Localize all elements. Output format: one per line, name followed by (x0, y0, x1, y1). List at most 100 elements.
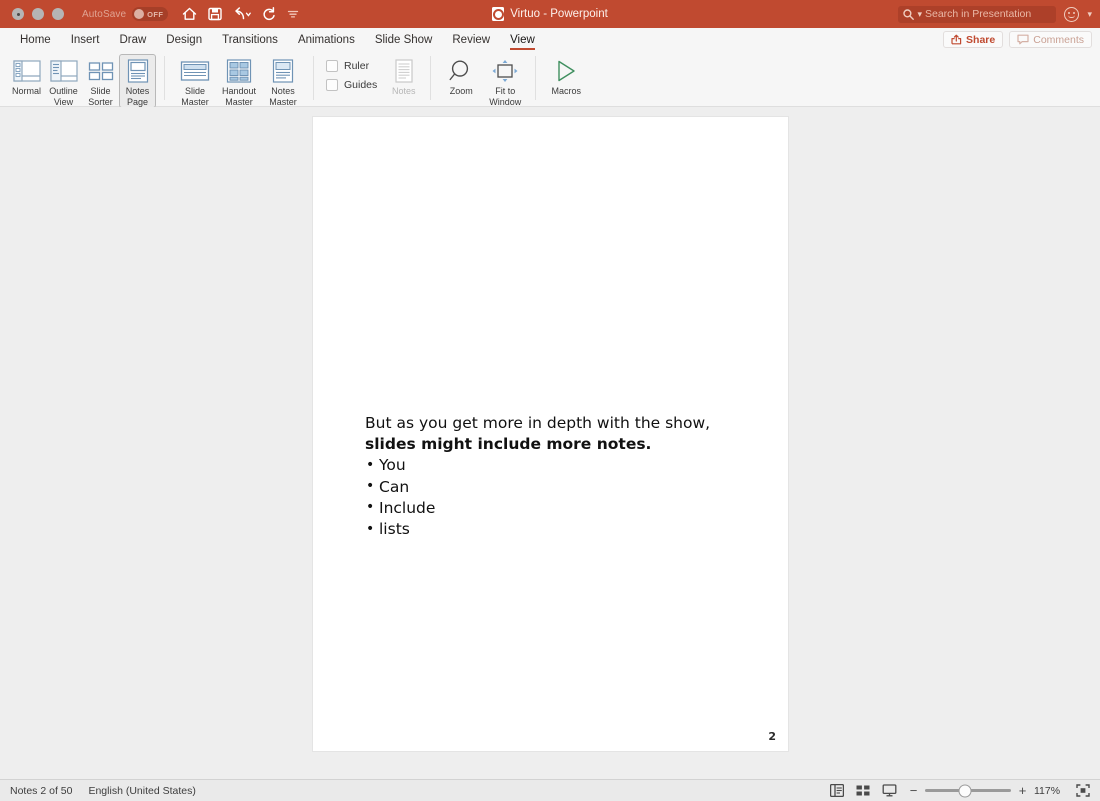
share-button[interactable]: Share (943, 31, 1003, 48)
tab-insert[interactable]: Insert (61, 28, 110, 51)
normal-view-button[interactable]: Normal (8, 54, 45, 98)
fit-to-window-button[interactable]: Fit to Window (483, 54, 527, 108)
customize-toolbar-icon[interactable] (287, 8, 299, 20)
autosave-toggle[interactable]: OFF (132, 7, 168, 21)
autosave-label: AutoSave (82, 9, 126, 20)
handout-master-label: Handout Master (222, 86, 256, 107)
minimize-window-button[interactable] (32, 8, 44, 20)
ribbon-toolbar: Normal Outline View Slide Sorter Notes P… (0, 51, 1100, 107)
handout-master-icon (226, 58, 252, 84)
ribbon-tab-bar: Home Insert Draw Design Transitions Anim… (0, 28, 1100, 51)
close-window-button[interactable] (12, 8, 24, 20)
notes-page-sheet[interactable]: But as you get more in depth with the sh… (313, 117, 788, 751)
notes-page-canvas[interactable]: But as you get more in depth with the sh… (0, 107, 1100, 779)
language-status[interactable]: English (United States) (88, 785, 195, 797)
tab-transitions[interactable]: Transitions (212, 28, 288, 51)
notes-pane-icon (393, 58, 415, 84)
notes-master-button[interactable]: Notes Master (261, 54, 305, 108)
comment-bubble-icon (1017, 34, 1029, 45)
tab-draw[interactable]: Draw (109, 28, 156, 51)
zoom-button[interactable]: Zoom (439, 54, 483, 98)
redo-icon[interactable] (262, 7, 276, 21)
zoom-magnifier-icon (448, 58, 474, 84)
slide-sorter-icon (88, 58, 114, 84)
slide-master-label: Slide Master (181, 86, 209, 107)
notes-paragraph-bold: slides might include more notes. (365, 435, 651, 453)
ribbon-separator (313, 56, 314, 100)
maximize-window-button[interactable] (52, 8, 64, 20)
notes-position-status[interactable]: Notes 2 of 50 (10, 785, 72, 797)
page-number: 2 (768, 730, 776, 743)
macros-button[interactable]: Macros (544, 54, 588, 98)
zoom-group: Zoom Fit to Window (439, 54, 527, 104)
ruler-label: Ruler (344, 60, 369, 72)
zoom-out-button[interactable]: − (909, 784, 918, 797)
undo-icon[interactable] (233, 7, 251, 21)
show-checkboxes: Ruler Guides (322, 54, 377, 91)
comments-button[interactable]: Comments (1009, 31, 1092, 48)
window-controls (8, 8, 64, 20)
search-icon (903, 9, 914, 20)
normal-view-button[interactable] (830, 784, 844, 797)
zoom-in-button[interactable]: + (1018, 784, 1027, 797)
autosave-state-label: OFF (147, 10, 163, 19)
notes-page-button[interactable]: Notes Page (119, 54, 156, 108)
ribbon-separator (164, 56, 165, 100)
normal-view-label: Normal (12, 86, 41, 97)
tab-review[interactable]: Review (442, 28, 500, 51)
tab-animations[interactable]: Animations (288, 28, 365, 51)
notes-paragraph-normal: But as you get more in depth with the sh… (365, 414, 710, 432)
list-item: Can (365, 477, 737, 498)
notes-bullet-list: You Can Include lists (365, 455, 737, 540)
guides-checkbox[interactable] (326, 79, 338, 91)
outline-view-button[interactable]: Outline View (45, 54, 82, 108)
tab-view[interactable]: View (500, 28, 545, 51)
home-icon[interactable] (182, 7, 197, 21)
zoom-slider-track[interactable] (925, 789, 1011, 792)
list-item: You (365, 455, 737, 476)
macros-label: Macros (552, 86, 582, 97)
ruler-checkbox-row[interactable]: Ruler (326, 60, 377, 72)
notes-text-body[interactable]: But as you get more in depth with the sh… (365, 413, 737, 540)
outline-view-label: Outline View (49, 86, 78, 107)
handout-master-button[interactable]: Handout Master (217, 54, 261, 108)
save-icon[interactable] (208, 7, 222, 21)
tab-home[interactable]: Home (10, 28, 61, 51)
quick-access-toolbar (182, 7, 299, 21)
list-item: lists (365, 519, 737, 540)
status-bar: Notes 2 of 50 English (United States) − … (0, 779, 1100, 801)
reading-view-button[interactable] (882, 784, 897, 797)
zoom-slider-handle[interactable] (960, 785, 971, 796)
notes-pane-button: Notes (385, 54, 422, 98)
ribbon-options-chevron-down-icon[interactable]: ▾ (1087, 10, 1092, 19)
notes-master-label: Notes Master (269, 86, 297, 107)
search-area: ▾ Search in Presentation ▾ (898, 6, 1092, 23)
search-input[interactable]: ▾ Search in Presentation (898, 6, 1056, 23)
tab-slide-show[interactable]: Slide Show (365, 28, 443, 51)
outline-view-icon (50, 58, 78, 84)
tab-design[interactable]: Design (156, 28, 212, 51)
feedback-smiley-icon[interactable] (1064, 7, 1079, 22)
search-scope-chevron-down-icon[interactable]: ▾ (917, 10, 922, 19)
zoom-slider-control[interactable]: − + 117% (909, 784, 1064, 797)
normal-view-icon (13, 58, 41, 84)
powerpoint-window: AutoSave OFF Virtuo (0, 0, 1100, 801)
zoom-label: Zoom (450, 86, 473, 97)
fit-slide-to-window-button[interactable] (1076, 784, 1090, 797)
notes-master-icon (272, 58, 294, 84)
guides-checkbox-row[interactable]: Guides (326, 79, 377, 91)
autosave-control[interactable]: AutoSave OFF (82, 7, 168, 21)
notes-page-icon (126, 58, 150, 84)
document-title: Virtuo - Powerpoint (510, 8, 608, 20)
slide-master-button[interactable]: Slide Master (173, 54, 217, 108)
share-icon (951, 34, 962, 45)
zoom-level-label[interactable]: 117% (1034, 785, 1064, 797)
comments-label: Comments (1033, 34, 1084, 46)
autosave-knob (134, 9, 144, 19)
share-label: Share (966, 34, 995, 46)
list-item: Include (365, 498, 737, 519)
slide-sorter-view-button[interactable] (856, 784, 870, 797)
ruler-checkbox[interactable] (326, 60, 338, 72)
slide-sorter-button[interactable]: Slide Sorter (82, 54, 119, 108)
macros-play-icon (553, 58, 579, 84)
